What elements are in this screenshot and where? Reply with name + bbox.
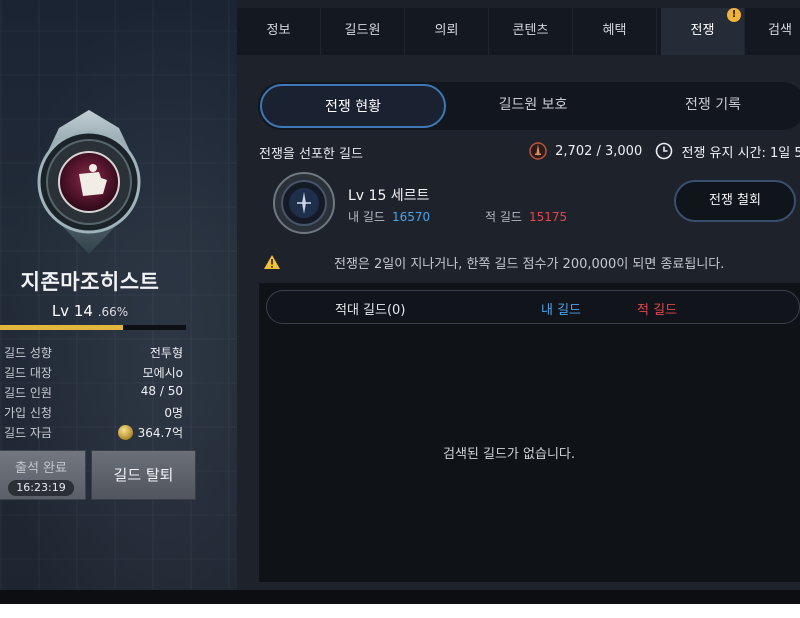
enemy-guild-emblem-icon xyxy=(273,172,335,234)
enemy-guild-card: Lv 15 세르트 내 길드 16570 적 길드 15175 전쟁 철회 xyxy=(259,167,800,241)
enemy-guild-name: Lv 15 세르트 xyxy=(348,188,430,204)
info-key: 길드 인원 xyxy=(4,386,52,400)
my-guild-header: 내 길드 xyxy=(541,303,582,318)
info-value: 0명 xyxy=(164,406,183,420)
subtab-member-protection[interactable]: 길드원 보호 xyxy=(458,82,608,130)
attendance-label: 출석 완료 xyxy=(15,461,67,476)
enemy-guild-header: 적 길드 xyxy=(637,303,678,318)
subtab-war-status[interactable]: 전쟁 현황 xyxy=(260,84,446,128)
guild-exp-bar xyxy=(0,325,186,330)
subtab-war-history[interactable]: 전쟁 기록 xyxy=(638,82,788,130)
rival-count-header: 적대 길드(0) xyxy=(335,303,406,318)
info-value: 전투형 xyxy=(149,346,183,360)
info-key: 길드 성향 xyxy=(4,346,52,360)
guild-info-row: 길드 대장 모에시o xyxy=(0,362,183,382)
rival-guild-list: 적대 길드(0) 내 길드 적 길드 검색된 길드가 없습니다. xyxy=(259,283,800,582)
withdraw-war-button[interactable]: 전쟁 철회 xyxy=(674,180,796,222)
guild-info-row: 길드 인원 48 / 50 xyxy=(0,382,183,402)
war-end-notice-text: 전쟁은 2일이 지나거나, 한쪽 길드 점수가 200,000이 되면 종료됩니… xyxy=(334,257,725,272)
info-key: 길드 대장 xyxy=(4,366,52,380)
tab-info[interactable]: 정보 xyxy=(237,8,321,55)
enemy-guild-score: 15175 xyxy=(528,210,568,224)
guild-emblem-icon xyxy=(37,110,141,254)
war-content: 전쟁 현황 길드원 보호 전쟁 기록 전쟁을 선포한 길드 2,702 / 3,… xyxy=(237,55,800,590)
attendance-timer: 16:23:19 xyxy=(8,480,74,496)
war-declared-row: 전쟁을 선포한 길드 2,702 / 3,000 전쟁 유지 시간: 1일 5시… xyxy=(259,141,800,162)
info-value: 모에시o xyxy=(142,366,183,380)
war-score-icon xyxy=(529,142,547,160)
tab-search[interactable]: 검색 xyxy=(745,8,800,55)
tab-members[interactable]: 길드원 xyxy=(321,8,405,55)
war-score: 2,702 / 3,000 xyxy=(555,143,643,159)
my-guild-score-row: 내 길드 16570 xyxy=(348,208,430,225)
my-guild-score: 16570 xyxy=(391,210,431,224)
guild-level-percent: .66% xyxy=(97,305,129,319)
leave-guild-button[interactable]: 길드 탈퇴 xyxy=(91,450,196,500)
war-subtab-bar: 전쟁 현황 길드원 보호 전쟁 기록 xyxy=(258,82,800,130)
info-key: 가입 신청 xyxy=(4,406,52,420)
guild-level-text: Lv 14 xyxy=(51,302,93,320)
tab-requests[interactable]: 의뢰 xyxy=(405,8,489,55)
my-guild-label: 내 길드 xyxy=(348,210,385,224)
enemy-guild-label: 적 길드 xyxy=(485,210,522,224)
guild-main-panel: 정보 길드원 의뢰 콘텐츠 혜택 전쟁 검색 ! 전쟁 현황 길드원 보호 전쟁… xyxy=(237,0,800,590)
attendance-button[interactable]: 출석 완료 16:23:19 xyxy=(0,450,86,500)
guild-info-row: 길드 성향 전투형 xyxy=(0,342,183,362)
tab-benefits[interactable]: 혜택 xyxy=(573,8,657,55)
gold-coin-icon xyxy=(117,425,133,440)
bottom-margin xyxy=(0,604,800,618)
tab-contents[interactable]: 콘텐츠 xyxy=(489,8,573,55)
war-end-notice: 전쟁은 2일이 지나거나, 한쪽 길드 점수가 200,000이 되면 종료됩니… xyxy=(259,246,800,278)
guild-level: Lv 14 .66% xyxy=(0,302,180,320)
info-value: 364.7억 xyxy=(117,424,183,441)
guild-tab-bar: 정보 길드원 의뢰 콘텐츠 혜택 전쟁 검색 ! xyxy=(237,8,800,55)
rival-list-header: 적대 길드(0) 내 길드 적 길드 xyxy=(266,290,800,324)
clock-icon xyxy=(656,142,673,160)
bottom-edge xyxy=(0,590,800,604)
war-declared-label: 전쟁을 선포한 길드 xyxy=(259,147,363,162)
warning-icon xyxy=(264,255,280,269)
info-value: 48 / 50 xyxy=(140,384,183,398)
war-tab-alert-badge: ! xyxy=(727,8,741,22)
guild-info-panel: 지존마조히스트 Lv 14 .66% 길드 성향 전투형 길드 대장 모에시o … xyxy=(0,0,237,604)
guild-info-row: 길드 자금 364.7억 xyxy=(0,422,183,442)
enemy-guild-score-row: 적 길드 15175 xyxy=(485,208,567,225)
guild-exp-fill xyxy=(0,325,123,330)
info-key: 길드 자금 xyxy=(4,426,52,440)
empty-list-message: 검색된 길드가 없습니다. xyxy=(443,447,575,462)
guild-info-row: 가입 신청 0명 xyxy=(0,402,183,422)
war-keep-time: 전쟁 유지 시간: 1일 5시간 xyxy=(681,145,800,161)
war-score-group: 2,702 / 3,000 전쟁 유지 시간: 1일 5시간 xyxy=(529,141,800,161)
guild-name: 지존마조히스트 xyxy=(20,270,160,294)
guild-funds-value: 364.7억 xyxy=(137,426,183,440)
